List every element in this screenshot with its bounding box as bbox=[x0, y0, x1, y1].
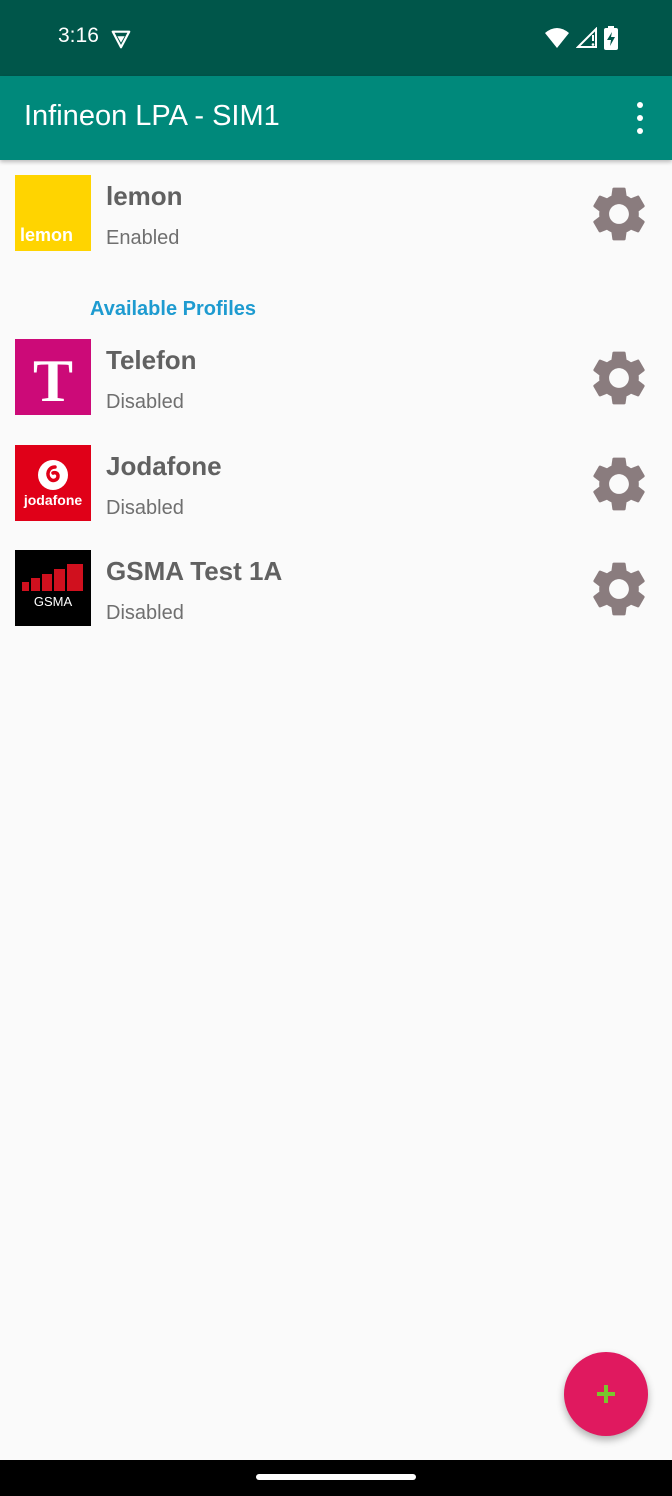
home-gesture-handle[interactable] bbox=[256, 1474, 416, 1480]
gear-icon[interactable] bbox=[586, 451, 652, 517]
telefon-logo-text: T bbox=[33, 348, 73, 414]
profile-row-jodafone[interactable]: jodafone Jodafone Disabled bbox=[0, 445, 672, 525]
profile-name: GSMA Test 1A bbox=[106, 556, 283, 586]
cellular-signal-icon bbox=[576, 27, 597, 48]
profile-status: Enabled bbox=[106, 227, 180, 249]
profile-name: Telefon bbox=[106, 345, 197, 375]
jodafone-logo: jodafone bbox=[15, 445, 91, 521]
vpn-key-icon bbox=[111, 30, 131, 49]
app-title: Infineon LPA - SIM1 bbox=[24, 100, 280, 132]
profile-name: Jodafone bbox=[106, 451, 222, 481]
gear-icon[interactable] bbox=[586, 181, 652, 247]
profile-row-gsma[interactable]: GSMA GSMA Test 1A Disabled bbox=[0, 550, 672, 630]
jodafone-logo-text: jodafone bbox=[23, 492, 83, 508]
plus-icon bbox=[597, 1385, 615, 1403]
profile-row-lemon[interactable]: lemon lemon Enabled bbox=[0, 175, 672, 255]
status-time: 3:16 bbox=[58, 24, 99, 47]
lemon-logo: lemon bbox=[15, 175, 91, 251]
add-profile-button[interactable] bbox=[564, 1352, 648, 1436]
available-profiles-header: Available Profiles bbox=[90, 298, 256, 320]
more-vert-icon[interactable] bbox=[630, 102, 650, 134]
status-bar: 3:16 bbox=[0, 0, 672, 76]
battery-charging-icon bbox=[604, 26, 618, 50]
lemon-logo-text: lemon bbox=[20, 225, 73, 245]
gear-icon[interactable] bbox=[586, 345, 652, 411]
gsma-logo-text: GSMA bbox=[34, 594, 73, 609]
profile-status: Disabled bbox=[106, 602, 184, 624]
wifi-icon bbox=[545, 28, 569, 48]
profile-name: lemon bbox=[106, 181, 183, 211]
navigation-bar bbox=[0, 1460, 672, 1496]
profile-status: Disabled bbox=[106, 497, 184, 519]
gear-icon[interactable] bbox=[586, 556, 652, 622]
gsma-logo: GSMA bbox=[15, 550, 91, 626]
app-bar: Infineon LPA - SIM1 bbox=[0, 76, 672, 160]
profile-row-telefon[interactable]: T Telefon Disabled bbox=[0, 339, 672, 419]
telefon-logo: T bbox=[15, 339, 91, 415]
profile-status: Disabled bbox=[106, 391, 184, 413]
